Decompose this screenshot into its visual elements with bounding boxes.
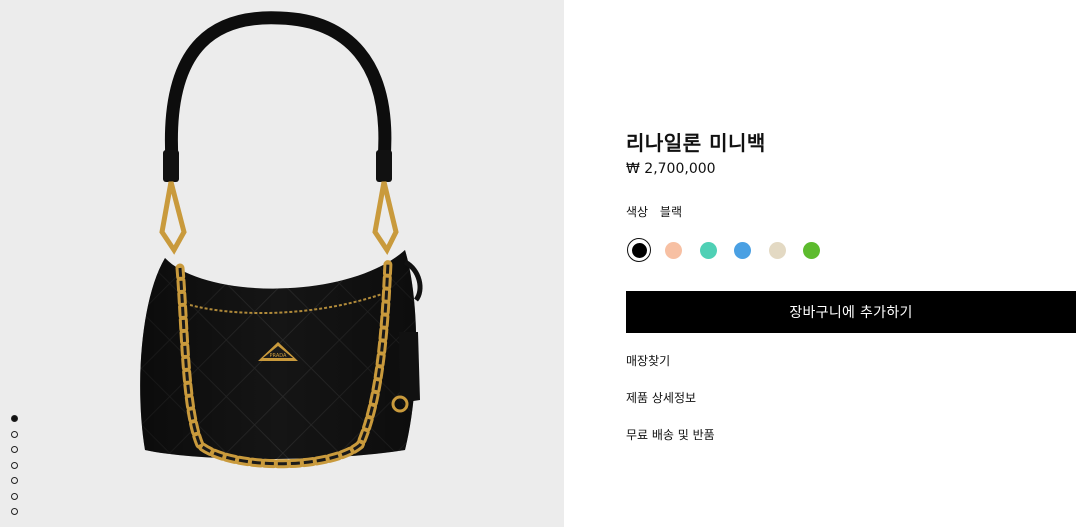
gallery-dot[interactable] xyxy=(11,492,18,500)
swatch-color-fill xyxy=(768,241,786,259)
swatch-color-fill xyxy=(699,241,717,259)
color-swatch-beige[interactable] xyxy=(765,238,789,262)
gallery-pagination xyxy=(11,415,18,524)
color-swatch-blue[interactable] xyxy=(731,238,755,262)
product-image[interactable]: PRADA xyxy=(0,0,564,527)
color-swatch-green[interactable] xyxy=(800,238,824,262)
color-swatch-peach[interactable] xyxy=(662,238,686,262)
swatch-color-fill xyxy=(665,241,682,259)
gallery-dot[interactable] xyxy=(11,415,18,422)
product-gallery: PRADA xyxy=(0,0,564,527)
find-store-link[interactable]: 매장찾기 xyxy=(626,352,670,369)
color-label: 색상 xyxy=(626,205,649,219)
shipping-returns-link[interactable]: 무료 배송 및 반품 xyxy=(626,426,715,443)
gallery-dot[interactable] xyxy=(11,477,18,484)
gallery-dot[interactable] xyxy=(11,446,18,453)
logo-text: PRADA xyxy=(270,353,287,359)
product-title: 리나일론 미니백 xyxy=(626,131,766,155)
add-to-cart-button[interactable]: 장바구니에 추가하기 xyxy=(626,291,1076,333)
gallery-dot[interactable] xyxy=(11,430,18,438)
gallery-dot[interactable] xyxy=(11,461,18,469)
gallery-dot[interactable] xyxy=(11,508,18,515)
swatch-color-fill xyxy=(803,241,820,259)
color-selection-label: 색상 블랙 xyxy=(626,203,682,220)
color-swatch-mint[interactable] xyxy=(696,238,720,262)
swatch-color-fill xyxy=(631,242,647,258)
selected-color-name: 블랙 xyxy=(659,205,683,219)
product-details-link[interactable]: 제품 상세정보 xyxy=(626,389,696,406)
product-price: ₩ 2,700,000 xyxy=(626,161,716,177)
color-swatches xyxy=(627,238,834,262)
swatch-color-fill xyxy=(734,241,751,259)
color-swatch-black[interactable] xyxy=(627,238,651,262)
